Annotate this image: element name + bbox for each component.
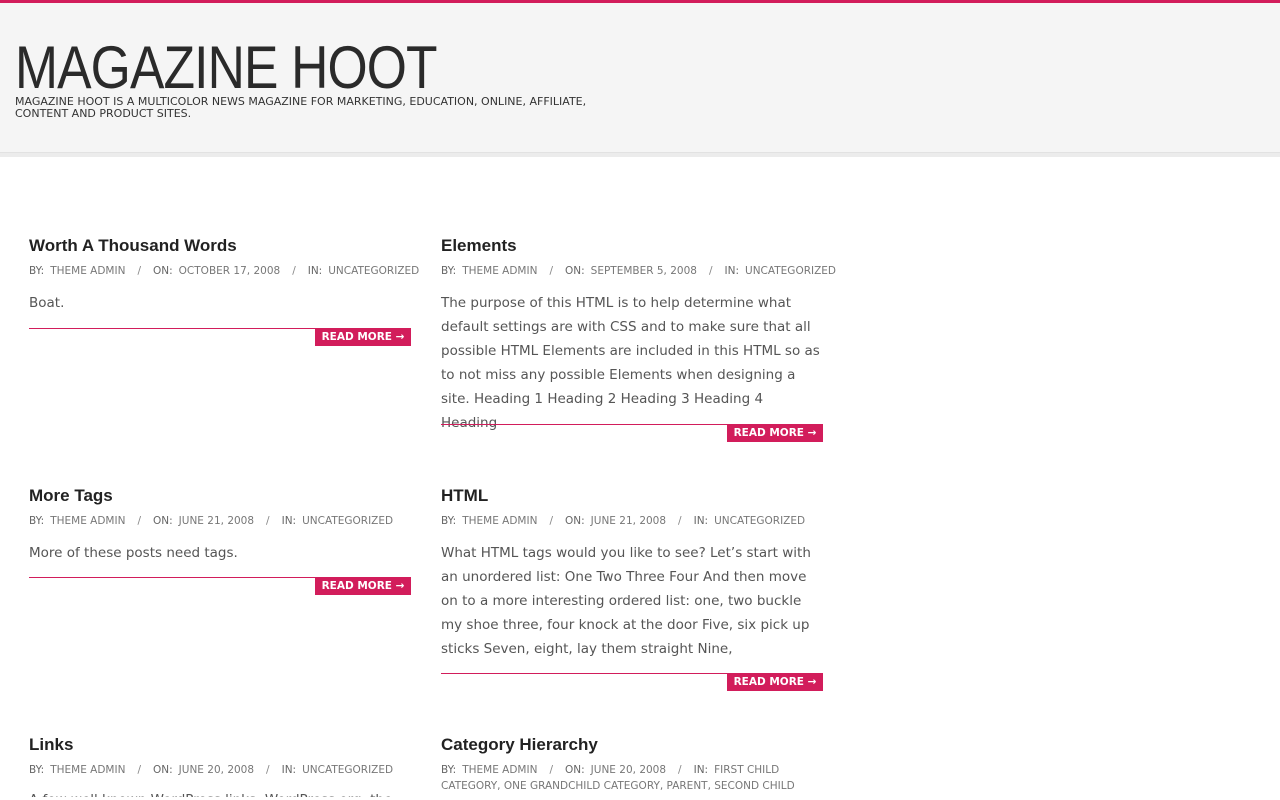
post-category[interactable]: UNCATEGORIZED bbox=[302, 764, 393, 776]
meta-by-label: BY: bbox=[441, 265, 457, 277]
post-title[interactable]: Worth A Thousand Words bbox=[29, 235, 411, 257]
post-date[interactable]: JUNE 20, 2008 bbox=[179, 764, 254, 776]
post-card: Category Hierarchy BY: THEME ADMIN / ON: JUN… bbox=[441, 734, 823, 797]
post-title[interactable]: More Tags bbox=[29, 485, 411, 507]
post-date[interactable]: JUNE 21, 2008 bbox=[591, 515, 666, 527]
meta-separator: / bbox=[678, 515, 682, 527]
post-title[interactable]: Links bbox=[29, 734, 411, 756]
meta-separator: / bbox=[678, 764, 682, 776]
site-title[interactable]: MAGAZINE HOOT bbox=[15, 35, 438, 101]
read-more-button[interactable]: READ MORE → bbox=[727, 674, 823, 691]
meta-by-label: BY: bbox=[29, 515, 45, 527]
post-category[interactable]: UNCATEGORIZED bbox=[745, 265, 836, 277]
site-tagline: MAGAZINE HOOT IS A MULTICOLOR NEWS MAGAZ… bbox=[15, 95, 587, 120]
meta-in-label: IN: bbox=[693, 515, 709, 527]
meta-by-label: BY: bbox=[441, 515, 457, 527]
meta-in-label: IN: bbox=[281, 764, 297, 776]
meta-separator: / bbox=[549, 265, 553, 277]
read-more-button[interactable]: READ MORE → bbox=[315, 578, 411, 595]
meta-separator: / bbox=[266, 764, 270, 776]
post-card: Elements BY: THEME ADMIN / ON: SEPTEMBER 5, … bbox=[441, 235, 836, 455]
post-card: HTML BY: THEME ADMIN / ON: JUNE 21, 2008 / IN:… bbox=[441, 485, 823, 705]
post-title[interactable]: HTML bbox=[441, 485, 823, 507]
post-grid: Worth A Thousand Words BY: THEME ADMIN / ON… bbox=[0, 157, 1280, 797]
post-meta: BY: THEME ADMIN / ON: OCTOBER 17, 2008 / IN: UN… bbox=[29, 263, 419, 279]
meta-by-label: BY: bbox=[29, 764, 45, 776]
post-category[interactable]: UNCATEGORIZED bbox=[714, 515, 805, 527]
post-author[interactable]: THEME ADMIN bbox=[50, 265, 125, 277]
post-meta: BY: THEME ADMIN / ON: JUNE 20, 2008/IN: FIRST… bbox=[441, 762, 801, 797]
meta-on-label: ON: bbox=[153, 265, 173, 277]
meta-on-label: ON: bbox=[565, 515, 585, 527]
post-excerpt: A few well known WordPress links: WordPr… bbox=[29, 788, 409, 797]
read-more-row: READ MORE → bbox=[441, 424, 823, 442]
post-meta: BY: THEME ADMIN / ON: JUNE 21, 2008 / IN: UNCAT… bbox=[441, 513, 823, 529]
post-meta: BY: THEME ADMIN / ON: SEPTEMBER 5, 2008 / IN: U… bbox=[441, 263, 836, 279]
post-title[interactable]: Category Hierarchy bbox=[441, 734, 823, 756]
post-author[interactable]: THEME ADMIN bbox=[462, 764, 537, 776]
read-more-row: READ MORE → bbox=[29, 328, 411, 346]
post-meta: BY: THEME ADMIN / ON: JUNE 20, 2008 / IN: UNCAT… bbox=[29, 762, 411, 778]
meta-separator: / bbox=[137, 265, 141, 277]
read-more-button[interactable]: READ MORE → bbox=[315, 329, 411, 346]
site-header: MAGAZINE HOOT MAGAZINE HOOT IS A MULTICO… bbox=[0, 3, 1280, 153]
post-excerpt: More of these posts need tags. bbox=[29, 545, 238, 561]
post-card: Links BY: THEME ADMIN / ON: JUNE 20, 2008 / IN… bbox=[29, 734, 411, 797]
post-excerpt: What HTML tags would you like to see? Le… bbox=[441, 545, 811, 657]
post-date[interactable]: JUNE 21, 2008 bbox=[179, 515, 254, 527]
meta-separator: / bbox=[549, 515, 553, 527]
post-date[interactable]: SEPTEMBER 5, 2008 bbox=[591, 265, 697, 277]
post-date[interactable]: OCTOBER 17, 2008 bbox=[179, 265, 281, 277]
post-date[interactable]: JUNE 20, 2008 bbox=[591, 764, 666, 776]
meta-in-label: IN: bbox=[281, 515, 297, 527]
read-more-row: READ MORE → bbox=[29, 577, 411, 595]
meta-on-label: ON: bbox=[153, 764, 173, 776]
meta-by-label: BY: bbox=[29, 265, 45, 277]
post-meta: BY: THEME ADMIN / ON: JUNE 21, 2008 / IN: UNCAT… bbox=[29, 513, 411, 529]
meta-separator: / bbox=[137, 764, 141, 776]
meta-separator: / bbox=[266, 515, 270, 527]
meta-on-label: ON: bbox=[565, 265, 585, 277]
meta-on-label: ON: bbox=[565, 764, 585, 776]
post-author[interactable]: THEME ADMIN bbox=[462, 265, 537, 277]
meta-separator: / bbox=[708, 265, 713, 277]
post-category[interactable]: UNCATEGORIZED bbox=[302, 515, 393, 527]
meta-separator: / bbox=[549, 764, 553, 776]
post-card: More Tags BY: THEME ADMIN / ON: JUNE 21, 200… bbox=[29, 485, 411, 605]
meta-in-label: IN: bbox=[307, 265, 323, 277]
post-category[interactable]: UNCATEGORIZED bbox=[328, 265, 419, 277]
post-author[interactable]: THEME ADMIN bbox=[50, 764, 125, 776]
post-author[interactable]: THEME ADMIN bbox=[50, 515, 125, 527]
meta-separator: / bbox=[292, 265, 296, 277]
meta-in-label: IN: bbox=[693, 764, 709, 776]
meta-on-label: ON: bbox=[153, 515, 173, 527]
read-more-button[interactable]: READ MORE → bbox=[727, 425, 823, 442]
post-title[interactable]: Elements bbox=[441, 235, 823, 257]
meta-by-label: BY: bbox=[441, 764, 457, 776]
post-excerpt: The purpose of this HTML is to help dete… bbox=[441, 295, 820, 431]
post-excerpt: Boat. bbox=[29, 295, 65, 311]
meta-separator: / bbox=[137, 515, 141, 527]
post-card: Worth A Thousand Words BY: THEME ADMIN / ON… bbox=[29, 235, 419, 355]
post-author[interactable]: THEME ADMIN bbox=[462, 515, 537, 527]
meta-in-label: IN: bbox=[724, 265, 740, 277]
read-more-row: READ MORE → bbox=[441, 673, 823, 691]
